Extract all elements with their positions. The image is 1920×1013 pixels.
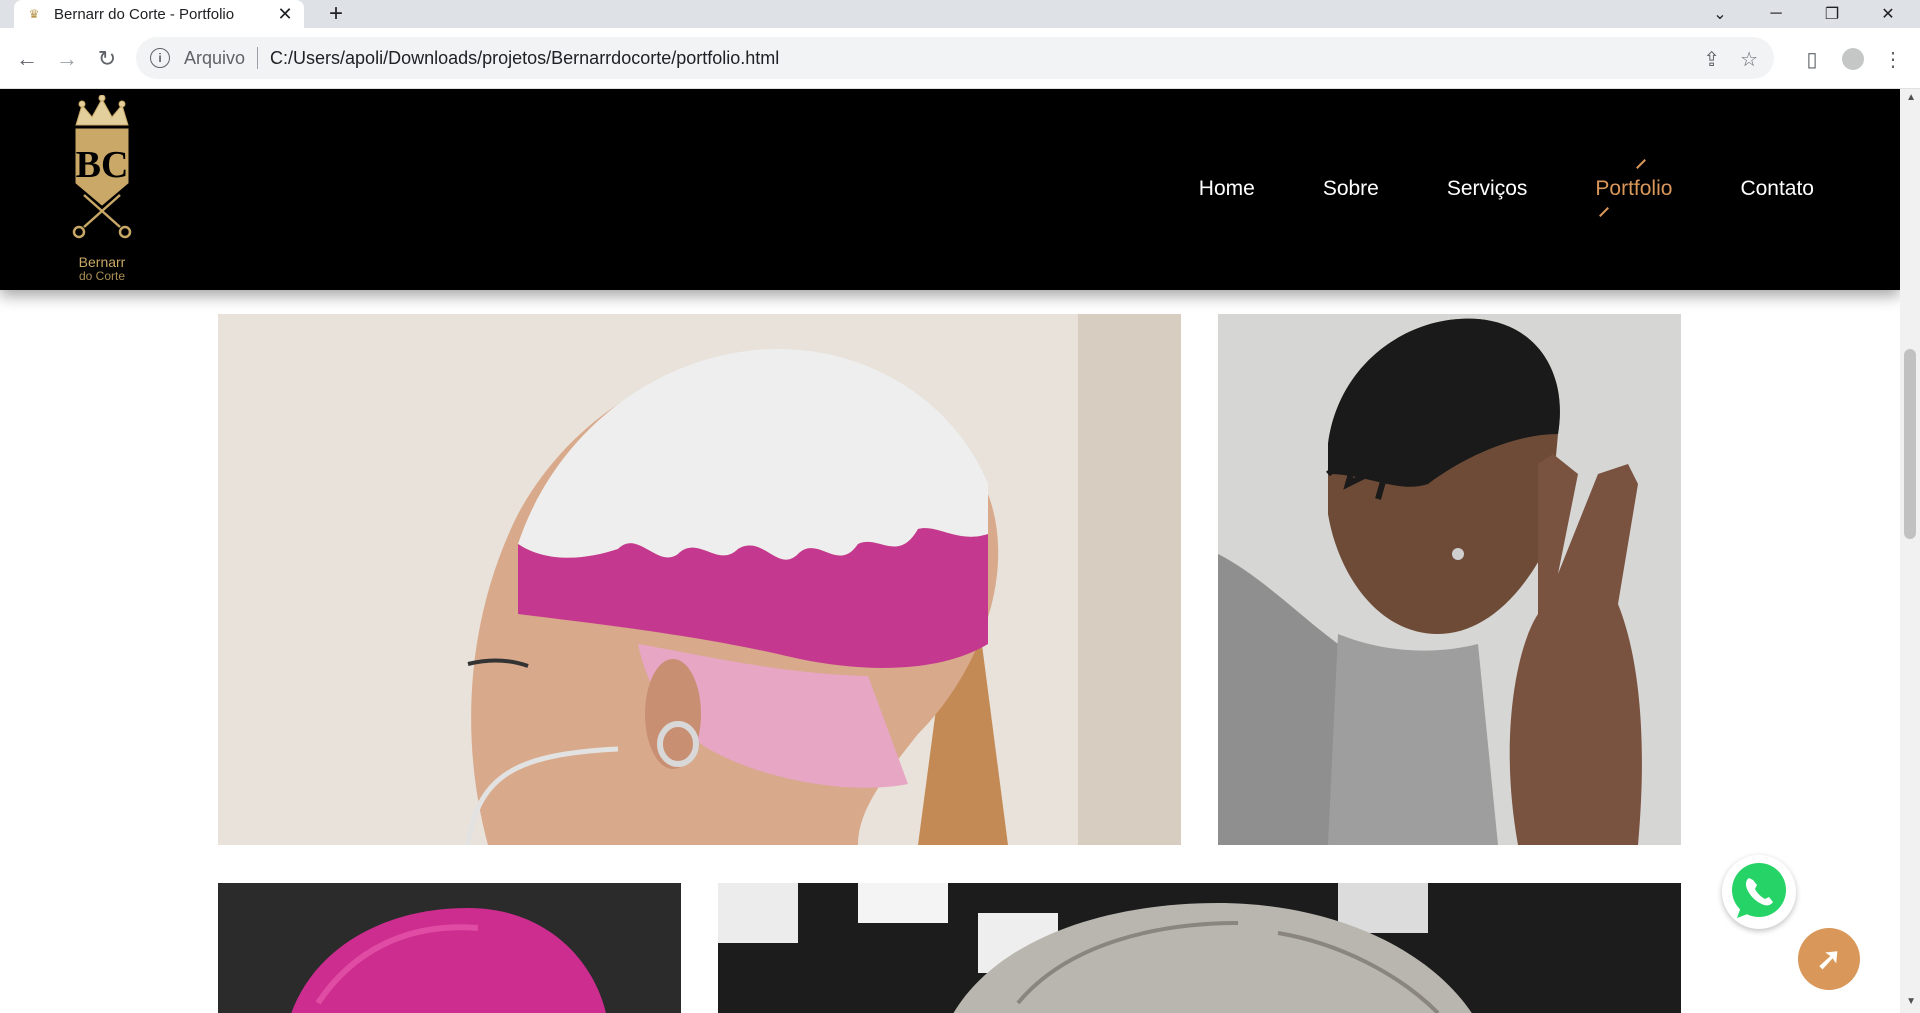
nav-portfolio[interactable]: Portfolio — [1595, 177, 1672, 201]
nav-contato[interactable]: Contato — [1740, 177, 1814, 201]
nav-home[interactable]: Home — [1199, 177, 1255, 201]
page-scrollbar[interactable] — [1900, 89, 1920, 1013]
profile-button[interactable] — [1838, 44, 1868, 74]
back-button[interactable]: ← — [12, 44, 42, 74]
avatar — [1842, 48, 1864, 70]
main-nav: Home Sobre Serviços Portfolio Contato — [1199, 177, 1814, 201]
arrow-up-icon: ➚ — [1816, 942, 1842, 976]
svg-text:BC: BC — [76, 144, 129, 186]
logo-text: Bernarr do Corte — [64, 255, 140, 283]
logo-line-2: do Corte — [78, 269, 126, 283]
info-icon[interactable]: i — [150, 48, 170, 68]
tab-search-icon[interactable]: ⌄ — [1692, 0, 1748, 28]
close-tab-icon[interactable]: ✕ — [274, 3, 296, 25]
address-scheme: Arquivo — [184, 47, 246, 68]
share-icon[interactable]: ⇪ — [1703, 47, 1720, 72]
browser-tabbar: ♛ Bernarr do Corte - Portfolio ✕ + ⌄ ─ ❐… — [0, 0, 1920, 28]
browser-tab[interactable]: ♛ Bernarr do Corte - Portfolio ✕ — [14, 0, 304, 28]
scrollbar-thumb[interactable] — [1904, 349, 1916, 539]
scroll-up-icon[interactable]: ▲ — [1906, 92, 1916, 103]
photo-hair-design-image — [1218, 314, 1681, 845]
new-tab-button[interactable]: + — [322, 0, 350, 27]
whatsapp-icon — [1732, 863, 1786, 918]
portfolio-photo-platinum-hair[interactable] — [718, 883, 1681, 1013]
crown-scissors-logo-icon: BC — [72, 94, 132, 239]
nav-sobre[interactable]: Sobre — [1323, 177, 1379, 201]
reload-button[interactable]: ↻ — [92, 44, 122, 74]
portfolio-photo-hair-design[interactable] — [1218, 314, 1681, 845]
logo-line-1: Bernarr — [78, 254, 126, 270]
restore-button[interactable]: ❐ — [1804, 0, 1860, 28]
side-panel-icon[interactable]: ▯ — [1797, 44, 1827, 74]
address-url[interactable]: C:/Users/apoli/Downloads/projetos/Bernar… — [270, 48, 779, 69]
menu-icon[interactable]: ⋮ — [1878, 44, 1908, 74]
close-window-button[interactable]: ✕ — [1860, 0, 1916, 28]
whatsapp-button[interactable] — [1722, 855, 1796, 929]
nav-servicos[interactable]: Serviços — [1447, 177, 1528, 201]
tab-title: Bernarr do Corte - Portfolio — [54, 5, 235, 23]
forward-button[interactable]: → — [52, 44, 82, 74]
bookmark-star-icon[interactable]: ☆ — [1740, 47, 1758, 72]
address-divider — [257, 47, 259, 69]
site-header: BC Bernarr do Corte Home Sobre Serviços … — [0, 89, 1900, 290]
scroll-down-icon[interactable]: ▼ — [1906, 996, 1916, 1007]
back-to-top-button[interactable]: ➚ — [1798, 928, 1860, 990]
favicon-icon: ♛ — [28, 7, 40, 21]
photo-pink-hair-image — [218, 883, 681, 1013]
photo-pink-flames-image — [218, 314, 1181, 845]
minimize-button[interactable]: ─ — [1748, 0, 1804, 28]
portfolio-photo-pink-hair[interactable] — [218, 883, 681, 1013]
page-viewport: BC Bernarr do Corte Home Sobre Serviços … — [0, 89, 1900, 1013]
site-logo[interactable]: BC Bernarr do Corte — [64, 94, 140, 285]
photo-platinum-hair-image — [718, 883, 1681, 1013]
portfolio-photo-pink-flames[interactable] — [218, 314, 1181, 845]
address-bar[interactable]: i Arquivo C:/Users/apoli/Downloads/proje… — [136, 37, 1774, 79]
browser-toolbar: ← → ↻ i Arquivo C:/Users/apoli/Downloads… — [0, 28, 1920, 89]
